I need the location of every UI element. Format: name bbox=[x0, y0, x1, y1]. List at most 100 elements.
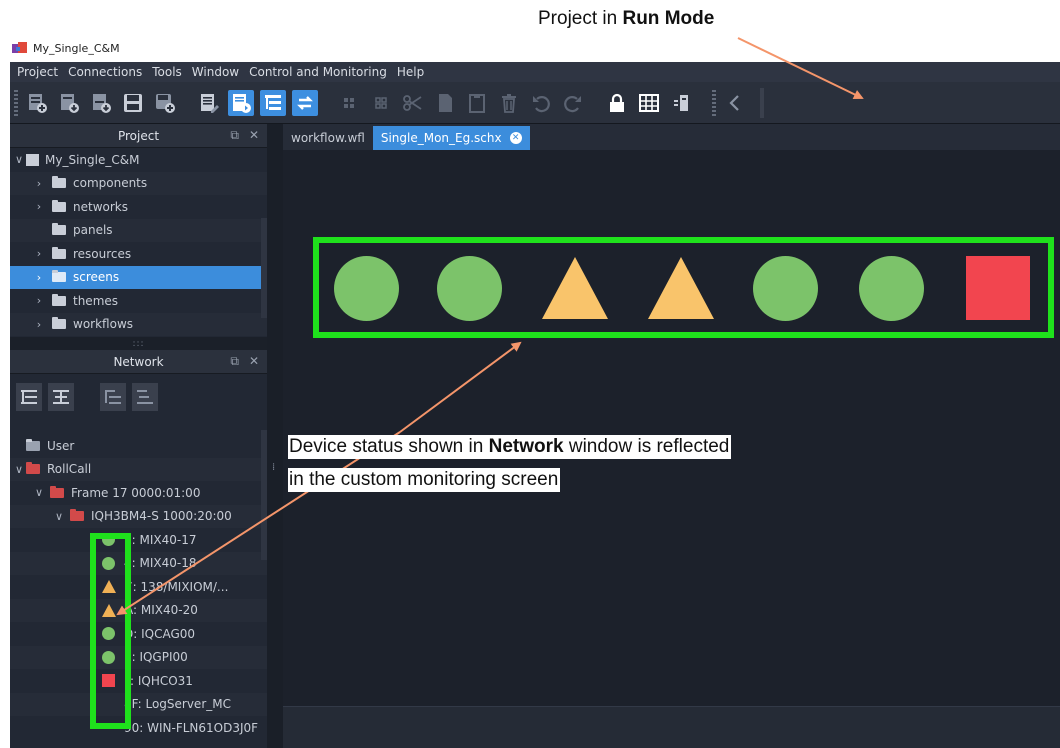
tab-workflow[interactable]: workflow.wfl bbox=[283, 126, 373, 150]
project-panel-title: Project bbox=[117, 128, 160, 143]
folder-icon bbox=[52, 317, 66, 330]
table-icon[interactable] bbox=[636, 90, 662, 116]
card-row[interactable]: D: IQCAG00 bbox=[10, 622, 267, 646]
folder-icon bbox=[70, 509, 84, 522]
copy-icon[interactable] bbox=[432, 90, 458, 116]
panel-splitter[interactable]: ::: bbox=[10, 337, 267, 350]
chevron-down-icon[interactable]: ∨ bbox=[12, 463, 26, 476]
project-icon bbox=[26, 153, 39, 166]
delete-icon[interactable] bbox=[496, 90, 522, 116]
tree-icon[interactable] bbox=[260, 89, 286, 116]
menu-connections[interactable]: Connections bbox=[63, 65, 147, 79]
float-icon[interactable]: ⧉ bbox=[230, 354, 239, 369]
tree-view-icon[interactable] bbox=[100, 383, 126, 411]
edit-mode-icon[interactable] bbox=[196, 90, 222, 116]
network-toolbar bbox=[10, 374, 267, 420]
folder-icon bbox=[50, 485, 64, 498]
folder-icon bbox=[52, 270, 66, 283]
toolbar-grip-2[interactable] bbox=[712, 89, 716, 116]
project-item-panels[interactable]: panels bbox=[10, 218, 267, 242]
open-project-icon[interactable] bbox=[56, 90, 82, 116]
network-item-user[interactable]: User bbox=[10, 434, 267, 458]
card-row[interactable]: 1: MIX40-17 bbox=[10, 528, 267, 552]
toolbar-grip[interactable] bbox=[14, 89, 18, 116]
menu-project[interactable]: Project bbox=[12, 65, 63, 79]
project-item-components[interactable]: › components bbox=[10, 171, 267, 195]
menu-tools[interactable]: Tools bbox=[147, 65, 187, 79]
chevron-right-icon[interactable]: › bbox=[32, 318, 46, 331]
project-item-resources[interactable]: › resources bbox=[10, 242, 267, 266]
network-item-logserver[interactable]: 8F: LogServer_MC bbox=[10, 692, 267, 716]
card-row[interactable]: F: IQHCO31 bbox=[10, 669, 267, 693]
chevron-right-icon[interactable]: › bbox=[32, 200, 46, 213]
project-item-workflows[interactable]: › workflows bbox=[10, 312, 267, 336]
download-icon[interactable] bbox=[88, 90, 114, 116]
menu-control-monitoring[interactable]: Control and Monitoring bbox=[244, 65, 392, 79]
card-row[interactable]: E: IQGPI00 bbox=[10, 645, 267, 669]
chevron-down-icon[interactable]: ∨ bbox=[12, 153, 26, 166]
project-panel-header: Project ⧉ ✕ bbox=[10, 124, 267, 148]
expand-all-icon[interactable] bbox=[16, 383, 42, 411]
project-root[interactable]: ∨ My_Single_C&M bbox=[10, 148, 267, 172]
network-item-frame[interactable]: ∨ Frame 17 0000:01:00 bbox=[10, 481, 267, 505]
folder-icon bbox=[52, 293, 66, 306]
save-icon[interactable] bbox=[120, 90, 146, 116]
network-item-win[interactable]: 90: WIN-FLN61OD3J0F bbox=[10, 716, 267, 740]
project-item-themes[interactable]: › themes bbox=[10, 289, 267, 313]
grid-small-2-icon[interactable] bbox=[368, 90, 394, 116]
monitor-icon[interactable] bbox=[668, 90, 694, 116]
app-window: My_Single_C&M Project Connections Tools … bbox=[10, 34, 1060, 748]
figure-root: Project in Run Mode My_Single_C&M Projec… bbox=[0, 0, 1060, 748]
status-note-line1: Device status shown in Network window is… bbox=[288, 435, 732, 459]
collapse-all-icon[interactable] bbox=[48, 383, 74, 411]
float-icon[interactable]: ⧉ bbox=[230, 128, 239, 143]
close-icon[interactable]: ✕ bbox=[249, 354, 259, 369]
back-icon[interactable] bbox=[722, 90, 748, 116]
menu-help[interactable]: Help bbox=[392, 65, 429, 79]
app-logo-icon bbox=[12, 42, 28, 54]
card-row[interactable]: 7: 138/MIXIOM/... bbox=[10, 575, 267, 599]
close-icon[interactable]: ✕ bbox=[249, 128, 259, 143]
chevron-down-icon[interactable]: ∨ bbox=[52, 510, 66, 523]
status-note-line2: in the custom monitoring screen bbox=[288, 468, 561, 492]
project-item-networks[interactable]: › networks bbox=[10, 195, 267, 219]
network-item-device[interactable]: ∨ IQH3BM4-S 1000:20:00 bbox=[10, 504, 267, 528]
undo-icon[interactable] bbox=[528, 90, 554, 116]
network-panel-title: Network bbox=[113, 354, 164, 369]
chevron-right-icon[interactable]: › bbox=[32, 177, 46, 190]
folder-icon bbox=[26, 462, 40, 475]
lock-icon[interactable] bbox=[604, 90, 630, 116]
run-mode-icon[interactable] bbox=[228, 89, 254, 116]
project-tree: ∨ My_Single_C&M › components › networks pa… bbox=[10, 148, 267, 337]
chevron-right-icon[interactable]: › bbox=[32, 271, 46, 284]
network-item-rollcall[interactable]: ∨ RollCall bbox=[10, 457, 267, 481]
cut-icon[interactable] bbox=[400, 90, 426, 116]
run-mode-caption: Project in Run Mode bbox=[538, 8, 715, 29]
chevron-down-icon[interactable]: ∨ bbox=[32, 486, 46, 499]
window-title: My_Single_C&M bbox=[33, 41, 120, 55]
close-tab-icon[interactable]: ✕ bbox=[509, 132, 522, 144]
folder-icon bbox=[52, 223, 66, 236]
card-row[interactable]: A: MIX40-20 bbox=[10, 598, 267, 622]
folder-icon bbox=[52, 246, 66, 259]
left-column: Project ⧉ ✕ ∨ My_Single_C&M › components ›… bbox=[10, 124, 267, 748]
list-view-icon[interactable] bbox=[132, 383, 158, 411]
chevron-right-icon[interactable]: › bbox=[32, 294, 46, 307]
card-row[interactable]: 4: MIX40-18 bbox=[10, 551, 267, 575]
screen-highlight-box bbox=[313, 237, 1054, 338]
screen-canvas[interactable] bbox=[283, 150, 1060, 706]
swap-icon[interactable] bbox=[292, 89, 318, 116]
redo-icon[interactable] bbox=[560, 90, 586, 116]
network-tree: User ∨ RollCall ∨ Frame 17 0000:01:00 ∨ IQH… bbox=[10, 420, 267, 740]
menu-window[interactable]: Window bbox=[187, 65, 244, 79]
new-project-icon[interactable] bbox=[24, 90, 50, 116]
chevron-right-icon[interactable]: › bbox=[32, 247, 46, 260]
tab-screen[interactable]: Single_Mon_Eg.schx ✕ bbox=[372, 126, 530, 150]
editor-tabs: workflow.wfl Single_Mon_Eg.schx ✕ bbox=[283, 124, 1060, 150]
vertical-splitter[interactable]: ⁞ bbox=[267, 124, 283, 748]
project-item-screens[interactable]: › screens bbox=[10, 265, 267, 289]
folder-icon bbox=[52, 199, 66, 212]
grid-small-icon[interactable] bbox=[336, 90, 362, 116]
save-as-icon[interactable] bbox=[152, 90, 178, 116]
paste-icon[interactable] bbox=[464, 90, 490, 116]
